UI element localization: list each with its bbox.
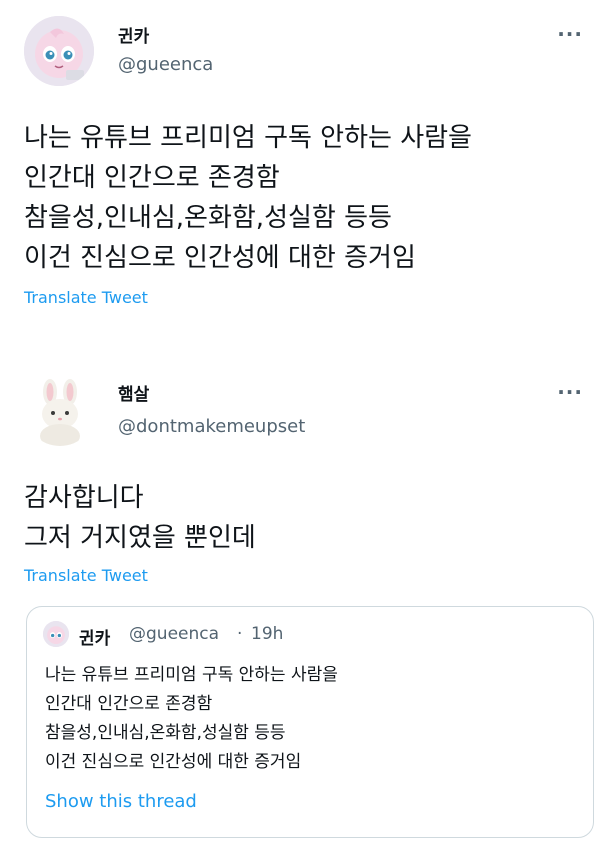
quoted-display-name[interactable]: 귄카 (79, 624, 110, 649)
timestamp[interactable]: 19h (251, 624, 283, 644)
display-name[interactable]: 햄살 (118, 380, 149, 405)
quoted-user-handle[interactable]: @gueenca (129, 624, 219, 644)
display-name[interactable]: 귄카 (118, 22, 149, 47)
tweet-card: 귄카 @gueenca ··· 나는 유튜브 프리미엄 구독 안하는 사람을 인… (0, 0, 603, 330)
tweet-text: 감사합니다 그저 거지였을 뿐인데 (24, 483, 256, 553)
more-options-icon[interactable]: ··· (557, 380, 583, 404)
translate-tweet-link[interactable]: Translate Tweet (24, 566, 148, 585)
more-options-icon[interactable]: ··· (557, 22, 583, 46)
separator-dot: · (237, 624, 243, 644)
quoted-tweet-card[interactable]: 귄카 @gueenca · 19h 나는 유튜브 프리미엄 구독 안하는 사람을… (26, 606, 594, 838)
tweet-text: 나는 유튜브 프리미엄 구독 안하는 사람을 인간대 인간으로 존경함 참을성,… (24, 123, 472, 273)
quoted-tweet-text: 나는 유튜브 프리미엄 구독 안하는 사람을 인간대 인간으로 존경함 참을성,… (45, 665, 338, 772)
jigglypuff-avatar-icon (24, 16, 94, 86)
white-rabbit-avatar-icon (24, 374, 96, 446)
jigglypuff-avatar-icon (43, 621, 69, 647)
avatar[interactable] (43, 621, 69, 647)
user-handle[interactable]: @dontmakemeupset (118, 416, 305, 437)
user-handle[interactable]: @gueenca (118, 54, 213, 75)
show-thread-link[interactable]: Show this thread (45, 791, 197, 812)
translate-tweet-link[interactable]: Translate Tweet (24, 288, 148, 307)
avatar[interactable] (24, 16, 94, 86)
avatar[interactable] (24, 374, 96, 446)
tweet-card: 햄살 @dontmakemeupset ··· 감사합니다 그저 거지였을 뿐인… (0, 362, 603, 842)
